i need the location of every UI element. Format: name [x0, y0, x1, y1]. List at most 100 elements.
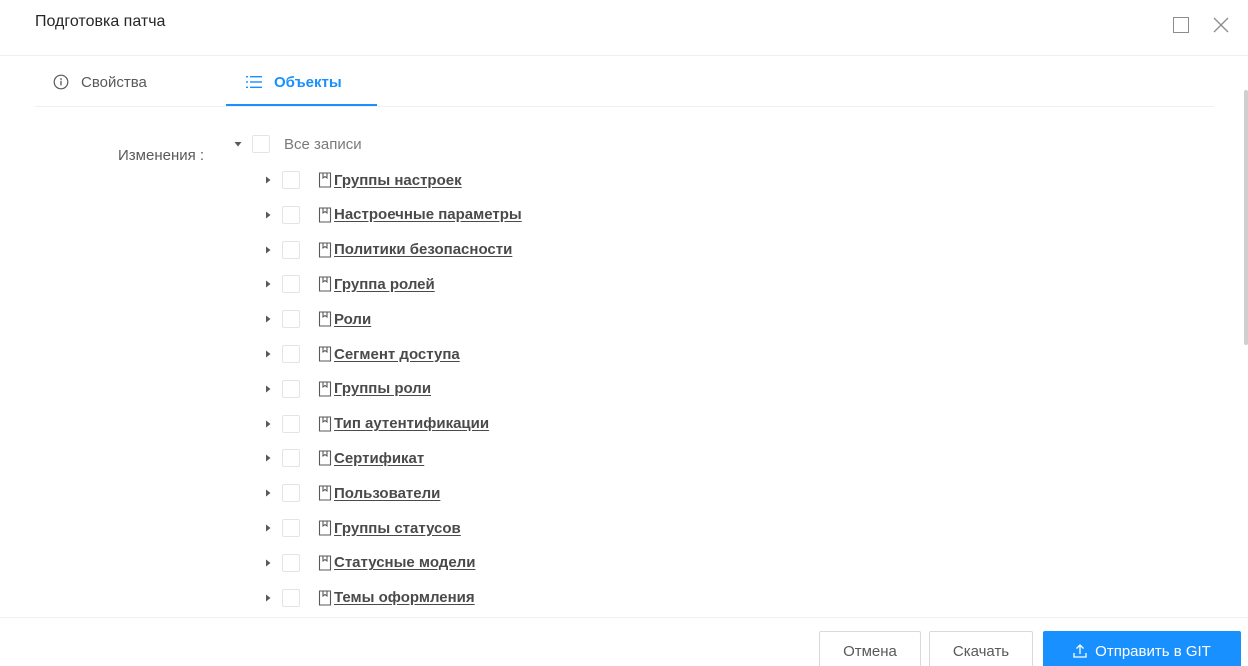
tree-node-label: Группы настроек [334, 171, 462, 189]
tree-node-checkbox[interactable] [282, 310, 300, 329]
send-to-git-label: Отправить в GIT [1095, 642, 1211, 660]
tab-objects-label: Объекты [274, 73, 342, 91]
close-icon [1213, 17, 1229, 33]
tree-node-checkbox[interactable] [282, 345, 300, 363]
tree-node-label: Темы оформления [334, 589, 475, 607]
cancel-button[interactable]: Отмена [819, 631, 921, 666]
info-circle-icon [53, 74, 69, 90]
modal-footer: Отмена Скачать Отправить в GIT [0, 617, 1248, 666]
tree-node-label: Группы статусов [334, 519, 461, 537]
caret-right-icon[interactable] [262, 174, 274, 186]
tree-node-checkbox[interactable] [282, 205, 300, 224]
changes-label: Изменения : [118, 147, 205, 164]
document-icon [318, 450, 332, 466]
tree-node-checkbox[interactable] [282, 519, 300, 537]
tree-node-checkbox[interactable] [282, 553, 300, 572]
document-icon [318, 311, 332, 327]
tree-node-checkbox[interactable] [282, 414, 300, 433]
tree-node-checkbox[interactable] [282, 449, 300, 468]
tree-node-title[interactable]: Политики безопасности [318, 241, 512, 258]
tree-node-label: Группы роли [334, 380, 432, 398]
send-to-git-button[interactable]: Отправить в GIT [1043, 631, 1241, 666]
tree-node-title[interactable]: Пользователи [318, 485, 440, 502]
active-tab-indicator [226, 104, 377, 106]
tab-properties-label: Свойства [81, 73, 147, 91]
tree-node: Группа ролей [262, 271, 435, 297]
tree-node-title[interactable]: Настроечные параметры [318, 206, 522, 223]
caret-right-icon[interactable] [262, 348, 274, 360]
tree-node: Тип аутентификации [262, 411, 489, 437]
document-icon [318, 485, 332, 501]
tree-node-title[interactable]: Темы оформления [318, 589, 475, 606]
tree-node: Политики безопасности [262, 237, 512, 263]
select-all-checkbox[interactable] [252, 135, 270, 153]
maximize-button[interactable] [1170, 14, 1192, 36]
caret-right-icon[interactable] [262, 209, 274, 221]
tree-node-checkbox[interactable] [282, 379, 300, 398]
tree-node: Статусные модели [262, 550, 475, 576]
tab-objects[interactable]: Объекты [246, 57, 342, 107]
document-icon [318, 590, 332, 606]
tree-node-title[interactable]: Группа ролей [318, 276, 435, 293]
caret-right-icon[interactable] [262, 244, 274, 256]
tree-node-title[interactable]: Группы статусов [318, 520, 461, 537]
tree-node: Роли [262, 306, 371, 332]
tree-node: Группы статусов [262, 515, 461, 541]
scrollbar[interactable] [1244, 90, 1248, 345]
tree-node-label: Сегмент доступа [334, 345, 460, 363]
document-icon [318, 381, 332, 397]
tree-node: Темы оформления [262, 585, 475, 611]
tree-node-label: Роли [334, 310, 372, 328]
caret-right-icon[interactable] [262, 487, 274, 499]
modal-title: Подготовка патча [35, 13, 166, 30]
tree-node-checkbox[interactable] [282, 240, 300, 259]
tree-node-label: Тип аутентификации [334, 415, 490, 433]
tree-node-checkbox[interactable] [282, 588, 300, 607]
upload-icon [1073, 644, 1087, 658]
list-icon [246, 75, 262, 89]
document-icon [318, 276, 332, 292]
download-button[interactable]: Скачать [929, 631, 1033, 666]
caret-right-icon[interactable] [262, 418, 274, 430]
caret-right-icon[interactable] [262, 592, 274, 604]
caret-down-icon[interactable] [232, 138, 244, 150]
tree-node-label: Статусные модели [334, 554, 476, 572]
tree-node: Пользователи [262, 480, 440, 506]
tree-node-label: Сертификат [334, 449, 425, 467]
tab-properties[interactable]: Свойства [53, 57, 147, 107]
tree-node-title[interactable]: Сертификат [318, 450, 424, 467]
tree-node-checkbox[interactable] [282, 171, 300, 189]
document-icon [318, 555, 332, 571]
tree-node-label: Настроечные параметры [334, 206, 522, 224]
document-icon [318, 242, 332, 258]
document-icon [318, 207, 332, 223]
caret-right-icon[interactable] [262, 522, 274, 534]
caret-right-icon[interactable] [262, 278, 274, 290]
caret-right-icon[interactable] [262, 557, 274, 569]
tree-node: Настроечные параметры [262, 202, 522, 228]
close-button[interactable] [1210, 14, 1232, 36]
caret-right-icon[interactable] [262, 452, 274, 464]
tree-node: Группы роли [262, 376, 431, 402]
tree-root-label[interactable]: Все записи [284, 136, 362, 153]
tree-node-title[interactable]: Группы настроек [318, 172, 462, 189]
caret-right-icon[interactable] [262, 313, 274, 325]
tree-root: Все записи [232, 131, 362, 157]
maximize-icon [1173, 17, 1189, 33]
tree-node-label: Пользователи [334, 484, 441, 502]
modal-header: Подготовка патча [0, 0, 1248, 56]
tree-node: Группы настроек [262, 167, 462, 193]
tree-node-checkbox[interactable] [282, 484, 300, 503]
tree-node-title[interactable]: Сегмент доступа [318, 346, 460, 363]
tree-node-label: Группа ролей [334, 275, 435, 293]
tree-node-title[interactable]: Группы роли [318, 380, 431, 397]
document-icon [318, 520, 332, 536]
document-icon [318, 172, 332, 188]
tree-node-title[interactable]: Статусные модели [318, 554, 475, 571]
document-icon [318, 416, 332, 432]
tree-node-title[interactable]: Роли [318, 311, 371, 328]
caret-right-icon[interactable] [262, 383, 274, 395]
tree-node-title[interactable]: Тип аутентификации [318, 415, 489, 432]
tree-node-label: Политики безопасности [334, 241, 513, 259]
tree-node-checkbox[interactable] [282, 275, 300, 294]
